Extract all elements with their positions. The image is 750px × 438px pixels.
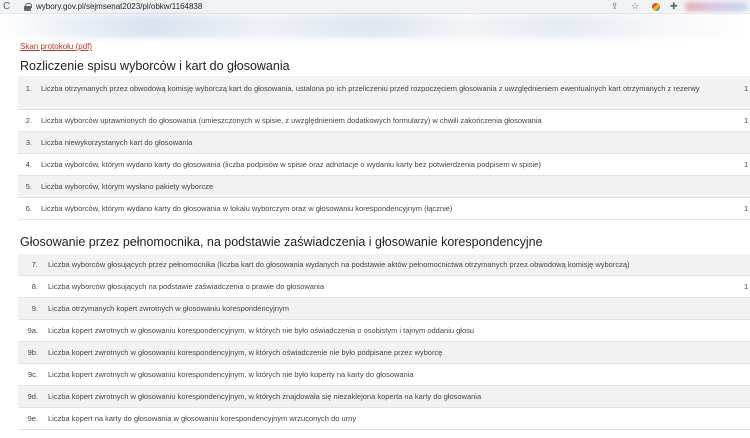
row-number: 9a. [27,326,38,335]
row-number: 9d. [27,392,38,401]
row-label: Liczba kopert zwrotnych w głosowaniu kor… [48,348,443,357]
voter-roll-table: 1. Liczba otrzymanych przez obwodową komi… [18,76,750,220]
address-bar[interactable]: wybory.gov.pl/sejmsenat2023/pl/obkw/1164… [36,1,202,13]
table-row: 3. Liczba niewykorzystanych kart do głoso… [18,132,750,154]
row-number: 2. [25,116,32,125]
protocol-scan-link[interactable]: Skan protokołu (pdf) [20,42,92,52]
table-row: 7. Liczba wyborców głosujących przez pełn… [18,254,750,276]
row-value: 1 4 [744,204,750,213]
table-row: 9a. Liczba kopert zwrotnych w głosowaniu … [18,320,750,342]
row-number: 9e. [27,414,38,423]
share-icon[interactable]: ⇪ [611,0,619,13]
row-label: Liczba wyborców, którym wydano karty do … [41,204,453,213]
row-label: Liczba kopert zwrotnych w głosowaniu kor… [48,392,482,401]
table-row: 9. Liczba otrzymanych kopert zwrotnych w … [18,298,750,320]
extensions-puzzle-icon[interactable]: ✚ [670,0,678,13]
row-number: 8. [31,282,38,291]
row-value: 1 4 [744,160,750,169]
table-row: 8. Liczba wyborców głosujących na podstaw… [18,276,750,298]
row-number: 9b. [27,348,38,357]
table-row: 4. Liczba wyborców, którym wydano karty d… [18,154,750,176]
row-value: 1 ( [744,84,750,93]
row-number: 9. [31,304,38,313]
row-label: Liczba wyborców głosujących przez pełnom… [48,260,630,269]
row-number: 7. [31,260,38,269]
row-label: Liczba wyborców uprawnionych do głosowan… [41,116,542,125]
row-label: Liczba wyborców, którym wysłano pakiety … [41,182,214,191]
row-number: 9c. [27,370,38,379]
row-number: 3. [25,138,32,147]
table-row: 2. Liczba wyborców uprawnionych do głosow… [18,110,750,132]
row-number: 5. [25,182,32,191]
proxy-voting-table: 7. Liczba wyborców głosujących przez pełn… [18,254,750,430]
row-value: 1 4 [744,282,750,291]
row-label: Liczba kopert zwrotnych w głosowaniu kor… [48,370,414,379]
row-label: Liczba kopert zwrotnych w głosowaniu kor… [48,326,475,335]
row-label: Liczba kopert na karty do głosowania w g… [48,414,357,423]
row-number: 4. [25,160,32,169]
row-label: Liczba otrzymanych przez obwodową komisj… [41,84,700,93]
table-row: 5. Liczba wyborców, którym wysłano pakiet… [18,176,750,198]
section-title-proxy-voting: Głosowanie przez pełnomocnika, na podsta… [20,235,543,249]
bookmark-star-icon[interactable]: ☆ [631,0,639,13]
section-title-voter-roll: Rozliczenie spisu wyborców i kart do gło… [20,59,290,73]
extension-icon[interactable] [652,3,660,11]
table-row: 6. Liczba wyborców, którym wydano karty d… [18,198,750,220]
browser-toolbar: C wybory.gov.pl/sejmsenat2023/pl/obkw/11… [0,0,750,14]
table-row: 9d. Liczba kopert zwrotnych w głosowaniu … [18,386,750,408]
row-number: 1. [25,84,32,93]
blurred-page-header [0,14,750,38]
row-value: 1 : [744,116,750,125]
row-label: Liczba wyborców głosujących na podstawie… [48,282,324,291]
profile-area-blurred[interactable] [685,2,747,12]
table-row: 9c. Liczba kopert zwrotnych w głosowaniu … [18,364,750,386]
reload-icon[interactable]: C [3,0,10,13]
row-label: Liczba otrzymanych kopert zwrotnych w gł… [48,304,289,313]
table-row: 1. Liczba otrzymanych przez obwodową komi… [18,76,750,110]
table-row: 9b. Liczba kopert zwrotnych w głosowaniu … [18,342,750,364]
row-label: Liczba wyborców, którym wydano karty do … [41,160,541,169]
row-label: Liczba niewykorzystanych kart do głosowa… [41,138,193,147]
lock-icon[interactable] [24,3,32,11]
table-row: 9e. Liczba kopert na karty do głosowania … [18,408,750,430]
row-number: 6. [25,204,32,213]
